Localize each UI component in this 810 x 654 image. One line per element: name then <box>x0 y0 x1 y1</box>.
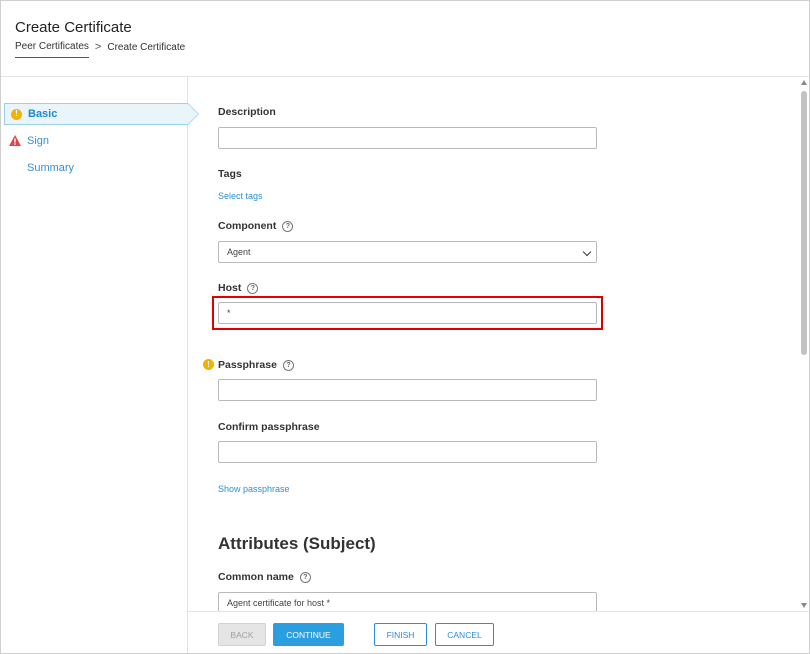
wizard-steps-sidebar: ! Basic Sign Summary <box>1 77 199 653</box>
cancel-button[interactable]: CANCEL <box>435 623 494 646</box>
component-label-text: Component <box>218 220 277 232</box>
breadcrumb-chevron-icon: > <box>94 41 102 53</box>
host-highlight-box <box>212 296 603 330</box>
common-name-input[interactable]: Agent certificate for host * <box>218 592 597 611</box>
confirm-passphrase-input[interactable] <box>218 441 597 463</box>
description-label-text: Description <box>218 106 276 118</box>
help-icon[interactable]: ? <box>282 220 294 232</box>
scroll-down-arrow-icon[interactable] <box>801 603 807 608</box>
finish-button[interactable]: FINISH <box>374 623 427 646</box>
step-basic[interactable]: ! Basic <box>4 103 199 125</box>
passphrase-label: Passphrase ? <box>218 359 294 371</box>
breadcrumb-current: Create Certificate <box>107 41 186 53</box>
step-basic-label: Basic <box>28 108 58 120</box>
tags-label-text: Tags <box>218 168 242 180</box>
show-passphrase-link[interactable]: Show passphrase <box>218 484 290 494</box>
help-icon[interactable]: ? <box>247 282 259 294</box>
confirm-passphrase-label-text: Confirm passphrase <box>218 421 320 433</box>
common-name-label: Common name ? <box>218 571 311 583</box>
form-panel: Description Tags Select tags Component ?… <box>188 77 799 611</box>
warning-circle-icon: ! <box>11 108 22 120</box>
attributes-heading: Attributes (Subject) <box>218 534 376 553</box>
vertical-scrollbar[interactable] <box>799 77 809 611</box>
continue-button[interactable]: CONTINUE <box>273 623 344 646</box>
breadcrumb-peer-certificates-link[interactable]: Peer Certificates <box>15 41 89 58</box>
warning-circle-icon: ! <box>203 359 214 370</box>
step-summary-label: Summary <box>27 162 75 174</box>
scroll-up-arrow-icon[interactable] <box>801 80 807 85</box>
confirm-passphrase-label: Confirm passphrase <box>218 421 320 433</box>
chevron-down-icon <box>582 247 592 257</box>
component-label: Component ? <box>218 220 294 232</box>
common-name-label-text: Common name <box>218 571 294 583</box>
scroll-thumb[interactable] <box>801 91 807 355</box>
component-selected-value: Agent <box>227 247 251 257</box>
help-icon[interactable]: ? <box>299 571 311 583</box>
step-summary[interactable]: Summary <box>4 157 187 179</box>
host-label: Host ? <box>218 282 259 294</box>
select-tags-link[interactable]: Select tags <box>218 191 263 201</box>
description-label: Description <box>218 106 276 118</box>
step-sign-label: Sign <box>27 135 50 147</box>
page-header: Create Certificate Peer Certificates > C… <box>1 1 809 77</box>
create-certificate-window: Create Certificate Peer Certificates > C… <box>0 0 810 654</box>
breadcrumb: Peer Certificates > Create Certificate <box>15 41 185 58</box>
passphrase-input[interactable] <box>218 379 597 401</box>
tags-label: Tags <box>218 168 242 180</box>
page-title: Create Certificate <box>15 19 132 36</box>
component-select[interactable]: Agent <box>218 241 597 263</box>
host-label-text: Host <box>218 282 242 294</box>
wizard-footer: BACK CONTINUE FINISH CANCEL <box>188 611 809 653</box>
passphrase-label-text: Passphrase <box>218 359 277 371</box>
error-triangle-icon <box>9 135 21 146</box>
step-sign[interactable]: Sign <box>4 130 187 152</box>
back-button[interactable]: BACK <box>218 623 266 646</box>
help-icon[interactable]: ? <box>282 359 294 371</box>
description-input[interactable] <box>218 127 597 149</box>
